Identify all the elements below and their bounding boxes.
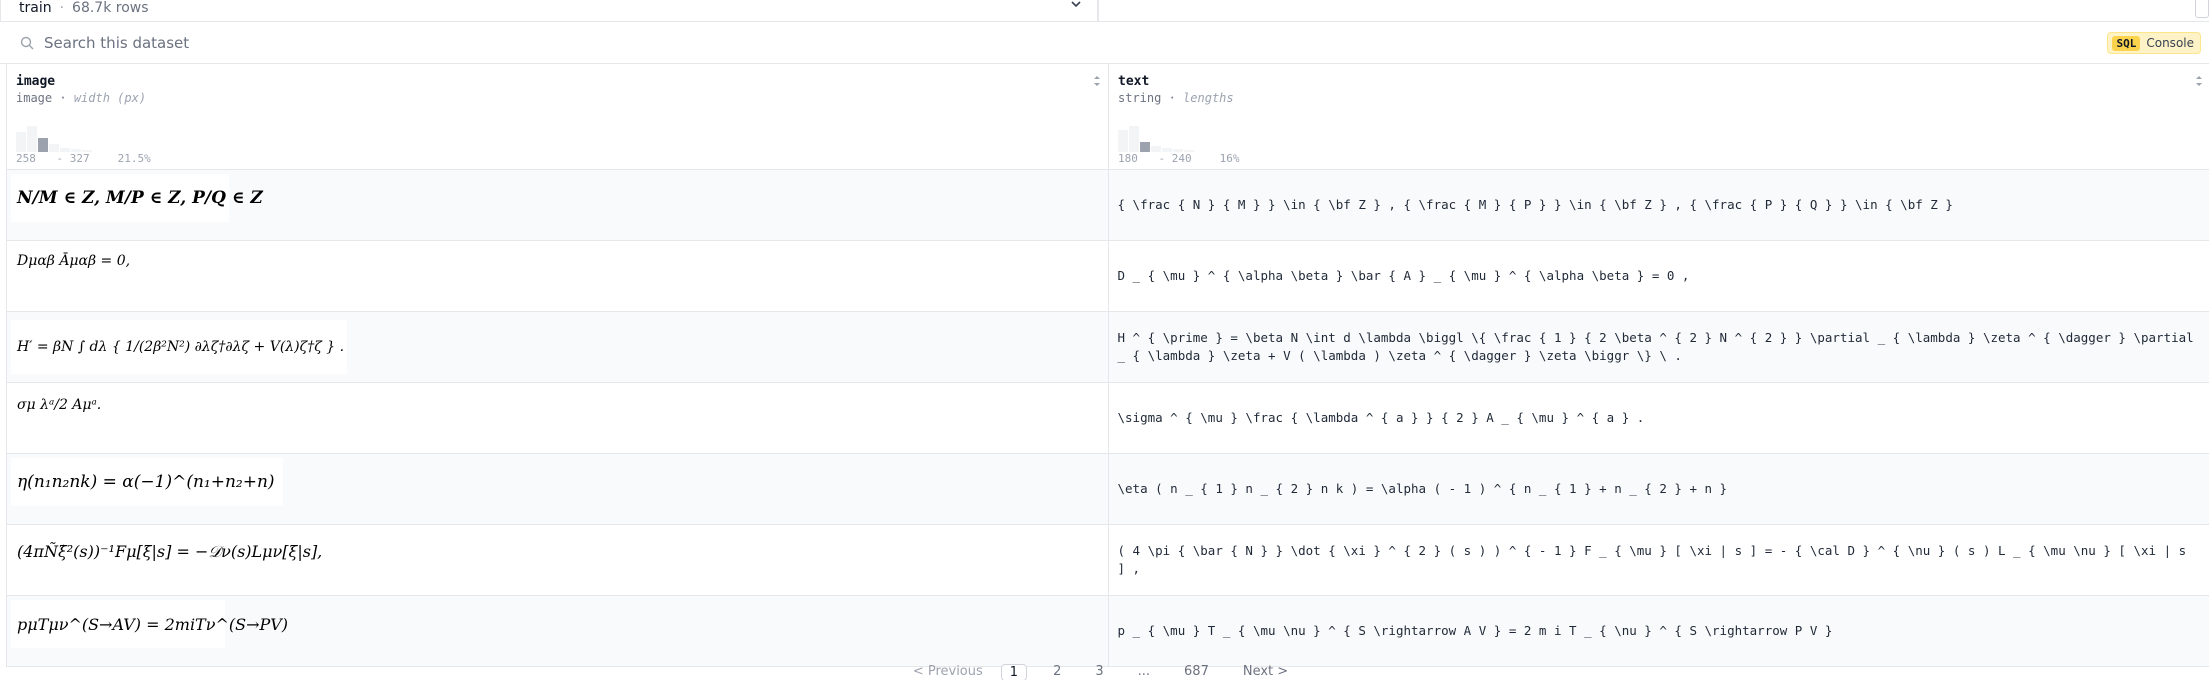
hist-percent: 21.5% [117, 152, 151, 165]
histogram-bar-selected[interactable] [38, 138, 48, 152]
formula-image[interactable]: Dμαβ Āμαβ = 0, [11, 241, 136, 281]
table-row[interactable]: pμTμν^(S→AV) = 2miTν^(S→PV) p _ { \mu } … [7, 596, 2209, 667]
search-input[interactable] [44, 30, 1544, 56]
text-cell[interactable]: H ^ { \prime } = \beta N \int d \lambda … [1109, 312, 2209, 382]
split-name: train [19, 0, 52, 16]
split-separator: · [59, 0, 65, 16]
formula-image[interactable]: N/M ∈ Z, M/P ∈ Z, P/Q ∈ Z [11, 174, 263, 222]
text-cell[interactable]: ( 4 \pi { \bar { N } } \dot { \xi } ^ { … [1109, 525, 2209, 595]
chevron-down-icon [1071, 1, 1081, 8]
text-cell[interactable]: D _ { \mu } ^ { \alpha \beta } \bar { A … [1109, 241, 2209, 311]
histogram-labels: 258 - 327 21.5% [16, 152, 165, 165]
image-cell[interactable]: σμ λᵃ/2 Aμᵃ. [7, 383, 1109, 453]
top-bar: train · 68.7k rows [0, 0, 2209, 22]
table-row[interactable]: σμ λᵃ/2 Aμᵃ. \sigma ^ { \mu } \frac { \l… [7, 383, 2209, 454]
page-1-button[interactable]: 1 [1000, 664, 1028, 680]
search-icon [20, 36, 34, 50]
page-3-button[interactable]: 3 [1087, 664, 1111, 679]
column-stat: width (px) [73, 91, 147, 105]
pagination: < Previous 1 2 3 ... 687 Next > [0, 664, 2209, 680]
split-row-count: 68.7k rows [72, 0, 149, 16]
column-type: string · lengths [1118, 91, 1234, 105]
histogram-labels: 180 - 240 16% [1118, 152, 1254, 165]
image-cell[interactable]: H′ = βN ∫ dλ { 1/(2β²N²) ∂λζ†∂λζ + V(λ)ζ… [7, 312, 1109, 382]
search-bar: SQL Console [0, 22, 2209, 64]
text-cell[interactable]: p _ { \mu } T _ { \mu \nu } ^ { S \right… [1109, 596, 2209, 666]
image-cell[interactable]: Dμαβ Āμαβ = 0, [7, 241, 1109, 311]
table-row[interactable]: N/M ∈ Z, M/P ∈ Z, P/Q ∈ Z { \frac { N } … [7, 170, 2209, 241]
sql-console-button[interactable]: SQL Console [2107, 32, 2201, 54]
histogram-bar[interactable] [1118, 130, 1128, 152]
right-panel-header [1098, 0, 2209, 22]
formula-image[interactable]: (4πÑξ̇²(s))⁻¹Fμ[ξ|s] = −𝒟ν(s)Lμν[ξ|s], [11, 535, 329, 569]
image-cell[interactable]: N/M ∈ Z, M/P ∈ Z, P/Q ∈ Z [7, 170, 1109, 240]
image-cell[interactable]: (4πÑξ̇²(s))⁻¹Fμ[ξ|s] = −𝒟ν(s)Lμν[ξ|s], [7, 525, 1109, 595]
text-cell[interactable]: \sigma ^ { \mu } \frac { \lambda ^ { a }… [1109, 383, 2209, 453]
formula-image[interactable]: H′ = βN ∫ dλ { 1/(2β²N²) ∂λζ†∂λζ + V(λ)ζ… [11, 320, 347, 374]
text-cell[interactable]: \eta ( n _ { 1 } n _ { 2 } n k ) = \alph… [1109, 454, 2209, 524]
histogram-bar[interactable] [16, 132, 26, 152]
panel-corner-button[interactable] [2195, 0, 2209, 18]
table-row[interactable]: (4πÑξ̇²(s))⁻¹Fμ[ξ|s] = −𝒟ν(s)Lμν[ξ|s], (… [7, 525, 2209, 596]
previous-page-button[interactable]: < Previous [913, 664, 983, 679]
next-page-button[interactable]: Next > [1235, 664, 1296, 679]
table-body: N/M ∈ Z, M/P ∈ Z, P/Q ∈ Z { \frac { N } … [6, 170, 2209, 667]
hist-percent: 16% [1219, 152, 1240, 165]
image-cell[interactable]: η(n₁n₂nk) = α(−1)^(n₁+n₂+n) [7, 454, 1109, 524]
histogram-bar[interactable] [49, 144, 59, 152]
histogram-bar[interactable] [1129, 126, 1139, 152]
formula-image[interactable]: σμ λᵃ/2 Aμᵃ. [11, 383, 107, 427]
column-type: image · width (px) [16, 91, 147, 105]
table-row[interactable]: η(n₁n₂nk) = α(−1)^(n₁+n₂+n) \eta ( n _ {… [7, 454, 2209, 525]
sql-console-label: Console [2146, 36, 2194, 50]
column-dtype: string [1118, 91, 1162, 105]
table-header: image image · width (px) 258 - 327 21.5% … [6, 64, 2209, 170]
column-stat: lengths [1183, 91, 1234, 105]
hist-range: 258 - 327 [16, 152, 90, 165]
column-name: image [16, 74, 56, 89]
formula-image[interactable]: pμTμν^(S→AV) = 2miTν^(S→PV) [11, 600, 288, 648]
column-name: text [1118, 74, 1150, 89]
histogram-bar-selected[interactable] [1140, 142, 1150, 152]
image-cell[interactable]: pμTμν^(S→AV) = 2miTν^(S→PV) [7, 596, 1109, 666]
page-2-button[interactable]: 2 [1045, 664, 1069, 679]
hist-range: 180 - 240 [1118, 152, 1192, 165]
histogram[interactable] [16, 116, 136, 152]
histogram-bar[interactable] [27, 126, 37, 152]
page-ellipsis: ... [1137, 664, 1151, 679]
column-header-text[interactable]: text string · lengths 180 - 240 16% [1109, 64, 2209, 170]
histogram[interactable] [1118, 116, 1238, 152]
sort-icon[interactable] [2194, 74, 2204, 88]
split-selector[interactable]: train · 68.7k rows [0, 0, 1098, 22]
sort-icon[interactable] [1092, 74, 1102, 88]
sql-badge: SQL [2112, 35, 2141, 51]
table-row[interactable]: H′ = βN ∫ dλ { 1/(2β²N²) ∂λζ†∂λζ + V(λ)ζ… [7, 312, 2209, 383]
column-dtype: image [16, 91, 53, 105]
table-row[interactable]: Dμαβ Āμαβ = 0, D _ { \mu } ^ { \alpha \b… [7, 241, 2209, 312]
page-687-button[interactable]: 687 [1176, 664, 1217, 679]
column-header-image[interactable]: image image · width (px) 258 - 327 21.5% [7, 64, 1109, 170]
text-cell[interactable]: { \frac { N } { M } } \in { \bf Z } , { … [1109, 170, 2209, 240]
formula-image[interactable]: η(n₁n₂nk) = α(−1)^(n₁+n₂+n) [11, 458, 283, 506]
